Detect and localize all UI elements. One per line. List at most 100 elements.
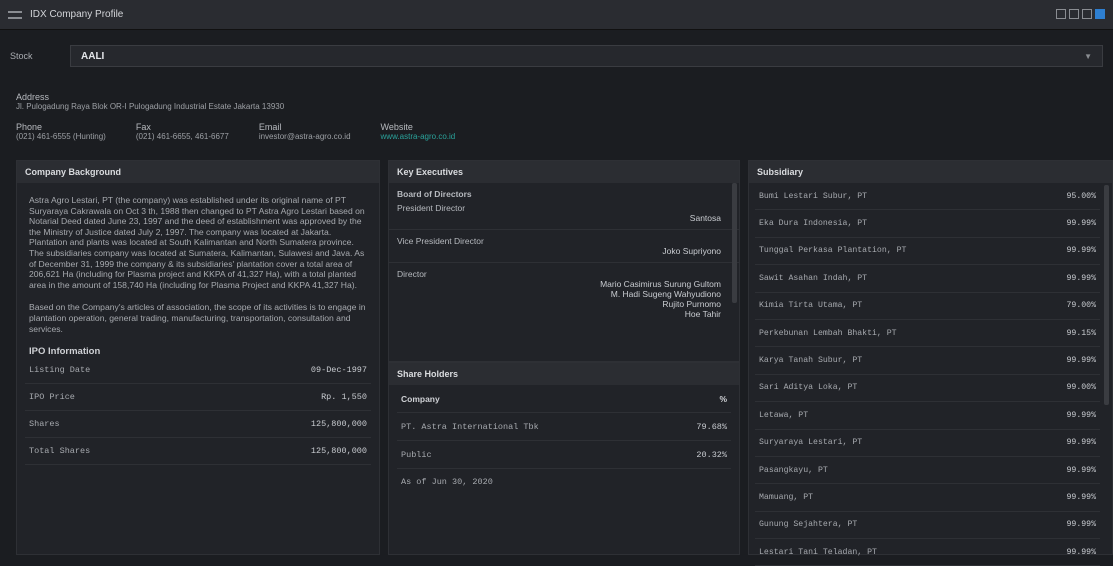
subsidiary-panel: Subsidiary Bumi Lestari Subur, PT 95.00% … xyxy=(748,160,1113,566)
ipo-label: Total Shares xyxy=(29,446,91,457)
table-row: PT. Astra International Tbk 79.68% xyxy=(397,413,731,441)
subsidiary-pct: 99.99% xyxy=(1066,492,1096,502)
list-item: Gunung Sejahtera, PT 99.99% xyxy=(755,512,1100,540)
company-background-panel: Company Background Astra Agro Lestari, P… xyxy=(16,160,380,555)
subsidiary-pct: 99.99% xyxy=(1066,520,1096,530)
exec-name: Joko Supriyono xyxy=(662,246,721,256)
holder-pct: 79.68% xyxy=(696,421,727,432)
subsidiary-pct: 99.99% xyxy=(1066,219,1096,229)
contacts-row: Phone (021) 461-6555 (Hunting) Fax (021)… xyxy=(16,122,485,141)
subsidiary-name: Bumi Lestari Subur, PT xyxy=(759,191,868,201)
ipo-label: Shares xyxy=(29,419,60,430)
column-header-pct: % xyxy=(719,393,727,404)
address-block: Address Jl. Pulogadung Raya Blok OR-I Pu… xyxy=(16,92,284,111)
ipo-value: 09-Dec-1997 xyxy=(310,365,367,376)
holder-pct: 20.32% xyxy=(696,449,727,460)
exec-name: M. Hadi Sugeng Wahyudiono xyxy=(610,289,721,299)
ipo-value: 125,800,000 xyxy=(310,419,367,430)
subsidiary-name: Letawa, PT xyxy=(759,410,809,420)
scrollbar[interactable] xyxy=(732,183,737,303)
list-item: Mamuang, PT 99.99% xyxy=(755,484,1100,512)
scrollbar[interactable] xyxy=(1104,185,1109,405)
list-item: Sari Aditya Loka, PT 99.00% xyxy=(755,375,1100,403)
ipo-label: Listing Date xyxy=(29,365,91,376)
table-header: Company % xyxy=(397,385,731,413)
ipo-label: IPO Price xyxy=(29,392,75,403)
list-item: Karya Tanah Subur, PT 99.99% xyxy=(755,347,1100,375)
subsidiary-pct: 99.99% xyxy=(1066,410,1096,420)
panel-title: Share Holders xyxy=(389,363,739,385)
list-item: Bumi Lestari Subur, PT 95.00% xyxy=(755,183,1100,211)
background-paragraph: Based on the Company's articles of assoc… xyxy=(29,302,366,334)
background-paragraph: Astra Agro Lestari, PT (the company) was… xyxy=(29,195,365,290)
subsidiary-pct: 99.99% xyxy=(1066,547,1096,557)
list-item: Perkebunan Lembah Bhakti, PT 99.15% xyxy=(755,320,1100,348)
ipo-row: Shares 125,800,000 xyxy=(25,411,371,439)
subsidiary-pct: 99.99% xyxy=(1066,465,1096,475)
subsidiary-pct: 99.99% xyxy=(1066,356,1096,366)
as-of-note: As of Jun 30, 2020 xyxy=(401,477,493,487)
ipo-row: Listing Date 09-Dec-1997 xyxy=(25,357,371,385)
stock-label: Stock xyxy=(10,51,33,61)
subsidiary-name: Kimia Tirta Utama, PT xyxy=(759,301,863,311)
exec-section: Vice President Director Joko Supriyono xyxy=(389,230,739,263)
contact-website: Website www.astra-agro.co.id xyxy=(381,122,456,141)
contact-fax: Fax (021) 461-6655, 461-6677 xyxy=(136,122,229,141)
address-value: Jl. Pulogadung Raya Blok OR-I Pulogadung… xyxy=(16,102,285,111)
settings-icon[interactable] xyxy=(1069,9,1079,19)
subsidiary-name: Sari Aditya Loka, PT xyxy=(759,383,858,393)
exec-section: Director Mario Casimirus Surung Gultom M… xyxy=(389,263,739,325)
subsidiary-name: Gunung Sejahtera, PT xyxy=(759,520,858,530)
link-icon[interactable] xyxy=(1056,9,1066,19)
panel-title: Subsidiary xyxy=(749,161,1112,183)
list-item: Pasangkayu, PT 99.99% xyxy=(755,457,1100,485)
menu-icon[interactable] xyxy=(8,10,22,19)
contact-value: investor@astra-agro.co.id xyxy=(258,132,351,141)
table-row: Public 20.32% xyxy=(397,441,731,469)
window-title: IDX Company Profile xyxy=(30,9,124,20)
list-item: Sawit Asahan Indah, PT 99.99% xyxy=(755,265,1100,293)
ipo-value: Rp. 1,550 xyxy=(321,392,367,403)
board-title: Board of Directors xyxy=(397,189,472,199)
subsidiary-pct: 99.99% xyxy=(1066,438,1096,448)
stock-selector-row: Stock AALI ▼ xyxy=(10,44,1103,68)
stock-dropdown[interactable]: AALI ▼ xyxy=(70,45,1103,67)
exec-name: Hoe Tahir xyxy=(684,309,721,319)
exec-name: Rujito Purnomo xyxy=(662,299,721,309)
window-controls xyxy=(1056,9,1105,19)
holder-name: Public xyxy=(401,449,432,460)
background-text: Astra Agro Lestari, PT (the company) was… xyxy=(17,183,379,334)
website-link[interactable]: www.astra-agro.co.id xyxy=(381,132,456,141)
subsidiary-pct: 99.99% xyxy=(1066,273,1096,283)
panel-title: Key Executives xyxy=(389,161,739,183)
close-icon[interactable] xyxy=(1095,9,1105,19)
list-item: Kimia Tirta Utama, PT 79.00% xyxy=(755,293,1100,320)
subsidiary-pct: 99.00% xyxy=(1066,383,1096,393)
ipo-title: IPO Information xyxy=(29,346,101,358)
exec-heading: Vice President Director xyxy=(397,236,484,246)
title-bar: IDX Company Profile xyxy=(0,0,1113,30)
subsidiary-name: Karya Tanah Subur, PT xyxy=(759,356,863,366)
minimize-icon[interactable] xyxy=(1082,9,1092,19)
contact-label: Email xyxy=(258,122,282,132)
list-item: Letawa, PT 99.99% xyxy=(755,402,1100,430)
panel-title: Company Background xyxy=(17,161,379,183)
subsidiary-name: Suryaraya Lestari, PT xyxy=(759,438,863,448)
exec-section: Board of Directors President Director Sa… xyxy=(389,183,739,230)
holder-name: PT. Astra International Tbk xyxy=(401,421,539,432)
subsidiary-name: Mamuang, PT xyxy=(759,492,814,502)
contact-value: (021) 461-6555 (Hunting) xyxy=(16,132,106,141)
list-item: Lestari Tani Teladan, PT 99.99% xyxy=(755,539,1100,566)
subsidiary-pct: 79.00% xyxy=(1066,301,1096,311)
list-item: Tunggal Perkasa Plantation, PT 99.99% xyxy=(755,238,1100,266)
contact-value: (021) 461-6655, 461-6677 xyxy=(135,132,229,141)
address-label: Address xyxy=(16,92,50,102)
chevron-down-icon[interactable]: ▼ xyxy=(1084,52,1092,61)
contact-label: Phone xyxy=(16,122,43,132)
exec-heading: President Director xyxy=(397,203,466,213)
subsidiary-pct: 95.00% xyxy=(1066,191,1096,201)
share-holders-panel: Share Holders Company % PT. Astra Intern… xyxy=(388,362,740,555)
key-executives-panel: Key Executives Board of Directors Presid… xyxy=(388,160,740,362)
exec-name: Santosa xyxy=(689,213,721,223)
contact-label: Website xyxy=(380,122,413,132)
